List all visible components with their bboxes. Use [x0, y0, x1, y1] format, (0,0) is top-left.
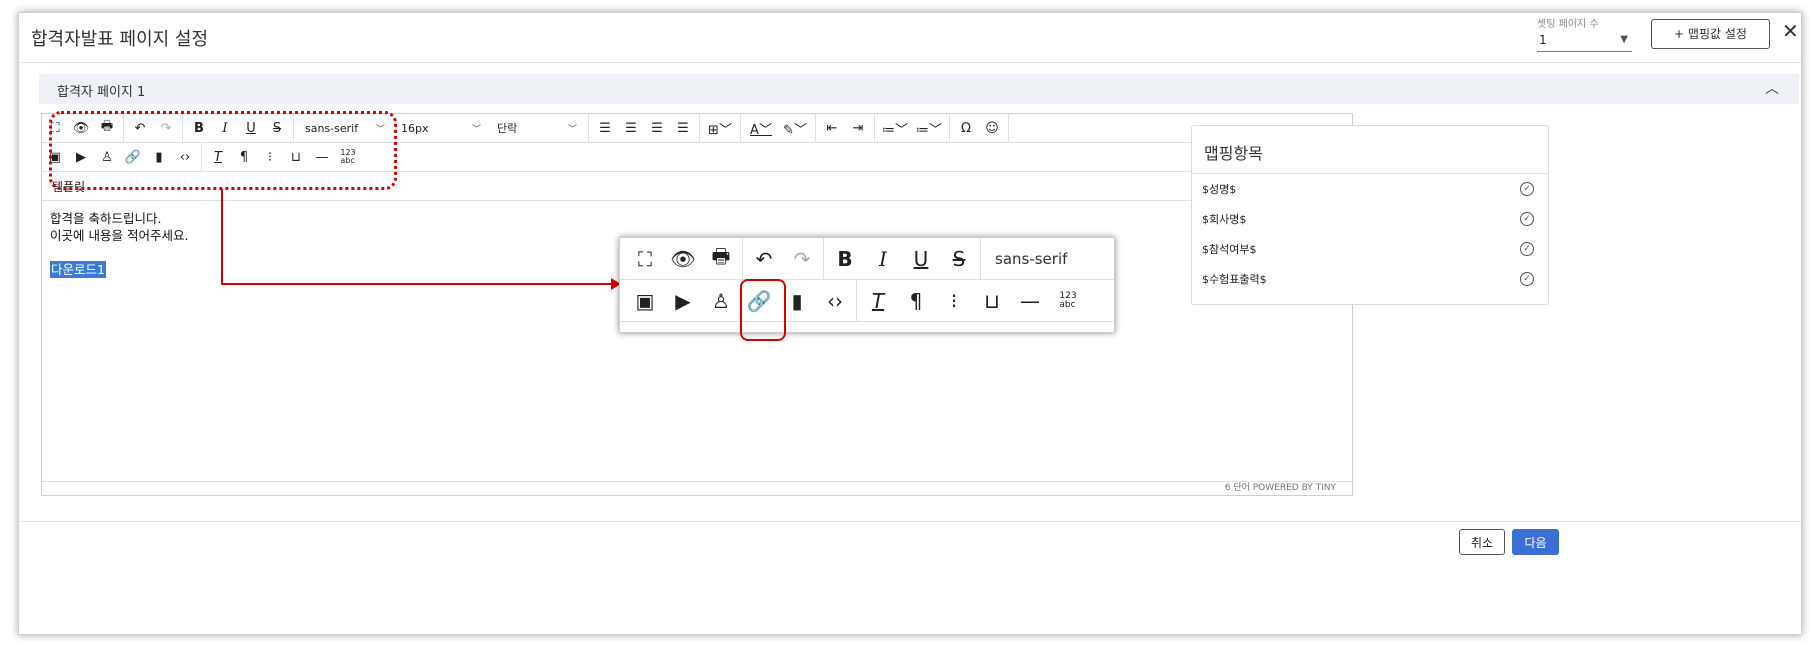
zoom-font-family: sans-serif — [995, 249, 1068, 268]
mapping-item[interactable]: $참석여부$ ✓ — [1192, 234, 1548, 264]
bold-icon: B — [837, 246, 853, 271]
annotation-arrow-line — [221, 283, 613, 285]
toolbar-divider — [815, 113, 816, 143]
align-center-icon[interactable]: ☰ — [618, 115, 644, 141]
toolbar-highlight-annotation — [49, 111, 397, 190]
strikethrough-icon: S — [952, 246, 966, 271]
mapping-item[interactable]: $수험표출력$ ✓ — [1192, 264, 1548, 294]
highlight-color-icon[interactable]: ✎﹀ — [778, 115, 812, 141]
special-char-icon[interactable]: Ω — [953, 115, 979, 141]
toolbar-divider — [740, 113, 741, 143]
font-size-value: 16px — [401, 121, 429, 135]
check-circle-icon[interactable]: ✓ — [1520, 242, 1534, 256]
italic-icon: I — [879, 246, 887, 271]
footer-divider — [19, 521, 1801, 522]
check-circle-icon[interactable]: ✓ — [1520, 212, 1534, 226]
block-format-select[interactable]: 단락 ﹀ — [489, 115, 585, 141]
align-justify-icon[interactable]: ☰ — [670, 115, 696, 141]
setting-count-label: 셋팅 페이지 수 — [1537, 19, 1599, 30]
screenshot-frame: 합격자발표 페이지 설정 셋팅 페이지 수 1 ▼ + 맵핑값 설정 ✕ 합격자… — [0, 0, 1814, 647]
check-circle-icon[interactable]: ✓ — [1520, 272, 1534, 286]
mapping-panel-title: 맵핑항목 — [1192, 126, 1548, 174]
indent-icon[interactable]: ⇥ — [845, 115, 871, 141]
section-title: 합격자 페이지 1 — [57, 85, 146, 100]
mapping-item[interactable]: $회사명$ ✓ — [1192, 204, 1548, 234]
page-break-icon: ⊔ — [984, 288, 1000, 313]
word-count-icon: 123 abc — [1059, 290, 1077, 310]
font-size-select[interactable]: 16px ﹀ — [393, 115, 489, 141]
stamp-icon: ♙ — [712, 288, 730, 313]
toolbar-divider — [874, 113, 875, 143]
zoom-row-2: ▣ ▶ ♙ 🔗 ▮ ‹› T ¶ ⁝ ⊔ — 123 abc — [620, 279, 1114, 322]
close-icon[interactable]: ✕ — [1782, 19, 1799, 43]
cancel-button[interactable]: 취소 — [1459, 529, 1505, 555]
chevron-down-icon: ﹀ — [471, 124, 481, 135]
selected-text[interactable]: 다운로드1 — [50, 261, 106, 278]
mapping-item-label: $성명$ — [1202, 183, 1237, 196]
show-blocks-icon: ⁝ — [950, 288, 958, 313]
underline-icon: U — [913, 246, 929, 271]
mapping-item[interactable]: $성명$ ✓ — [1192, 174, 1548, 204]
annotation-arrow-line — [221, 189, 223, 285]
mapping-panel: 맵핑항목 $성명$ ✓ $회사명$ ✓ $참석여부$ ✓ $수험표출력$ ✓ — [1191, 125, 1549, 305]
toolbar-divider — [742, 238, 743, 280]
media-icon: ▶ — [675, 288, 691, 313]
print-icon: 🖶 — [711, 243, 731, 268]
block-format-value: 단락 — [497, 122, 518, 135]
dialog-header: 합격자발표 페이지 설정 셋팅 페이지 수 1 ▼ + 맵핑값 설정 ✕ — [19, 13, 1801, 63]
mapping-settings-button[interactable]: + 맵핑값 설정 — [1651, 19, 1770, 49]
code-icon: ‹› — [827, 288, 843, 313]
editor-status-bar: 6 단어 POWERED BY TINY — [42, 481, 1352, 495]
zoom-row-1: ⛶ 👁 🖶 ↶ ↷ B I U S sans-serif — [620, 238, 1114, 280]
caret-down-icon: ▼ — [1620, 34, 1628, 45]
redo-icon: ↷ — [793, 246, 811, 271]
setting-count-value: 1 — [1539, 33, 1547, 47]
chevron-up-icon[interactable]: ︿ — [1765, 78, 1779, 98]
pilcrow-icon: ¶ — [909, 288, 923, 313]
toolbar-divider — [823, 238, 824, 280]
align-left-icon[interactable]: ☰ — [592, 115, 618, 141]
mapping-item-label: $참석여부$ — [1202, 243, 1257, 256]
toolbar-divider — [856, 279, 857, 322]
content-line-1: 합격을 축하드립니다. — [50, 211, 162, 226]
text-color-icon[interactable]: A﹀ — [744, 115, 778, 141]
bullet-list-icon[interactable]: ≔﹀ — [912, 115, 946, 141]
next-button[interactable]: 다음 — [1512, 529, 1559, 555]
toolbar-zoom-inset: ⛶ 👁 🖶 ↶ ↷ B I U S sans-serif ▣ ▶ ♙ 🔗 ▮ ‹… — [619, 237, 1115, 333]
toolbar-divider — [980, 238, 981, 280]
mapping-item-label: $회사명$ — [1202, 213, 1247, 226]
content-line-2: 이곳에 내용을 적어주세요. — [50, 228, 189, 243]
editor-content[interactable]: 합격을 축하드립니다. 이곳에 내용을 적어주세요. 다운로드1 — [50, 210, 188, 278]
align-right-icon[interactable]: ☰ — [644, 115, 670, 141]
section-header[interactable]: 합격자 페이지 1 ︿ — [39, 74, 1799, 104]
image-icon: ▣ — [635, 288, 655, 313]
setting-count-select[interactable]: 셋팅 페이지 수 1 ▼ — [1537, 15, 1632, 52]
check-circle-icon[interactable]: ✓ — [1520, 182, 1534, 196]
mapping-item-label: $수험표출력$ — [1202, 273, 1267, 286]
numbered-list-icon[interactable]: ≔﹀ — [878, 115, 912, 141]
fullscreen-icon: ⛶ — [638, 246, 652, 271]
clear-format-icon: T — [871, 288, 885, 313]
toolbar-divider — [588, 113, 589, 143]
emoticon-icon[interactable]: ☺ — [979, 115, 1005, 141]
toolbar-divider — [1008, 113, 1009, 143]
dialog: 합격자발표 페이지 설정 셋팅 페이지 수 1 ▼ + 맵핑값 설정 ✕ 합격자… — [18, 12, 1802, 635]
link-button-highlight-annotation — [740, 279, 786, 341]
preview-eye-icon: 👁 — [670, 246, 696, 271]
table-icon[interactable]: ⊞﹀ — [703, 115, 737, 141]
setting-count-value-box[interactable]: 1 ▼ — [1537, 30, 1632, 52]
outdent-icon[interactable]: ⇤ — [819, 115, 845, 141]
horizontal-rule-icon: — — [1020, 288, 1040, 313]
chevron-down-icon: ﹀ — [567, 124, 577, 135]
toolbar-divider — [949, 113, 950, 143]
toolbar-divider — [699, 113, 700, 143]
undo-icon: ↶ — [755, 246, 773, 271]
dialog-title: 합격자발표 페이지 설정 — [31, 29, 209, 50]
